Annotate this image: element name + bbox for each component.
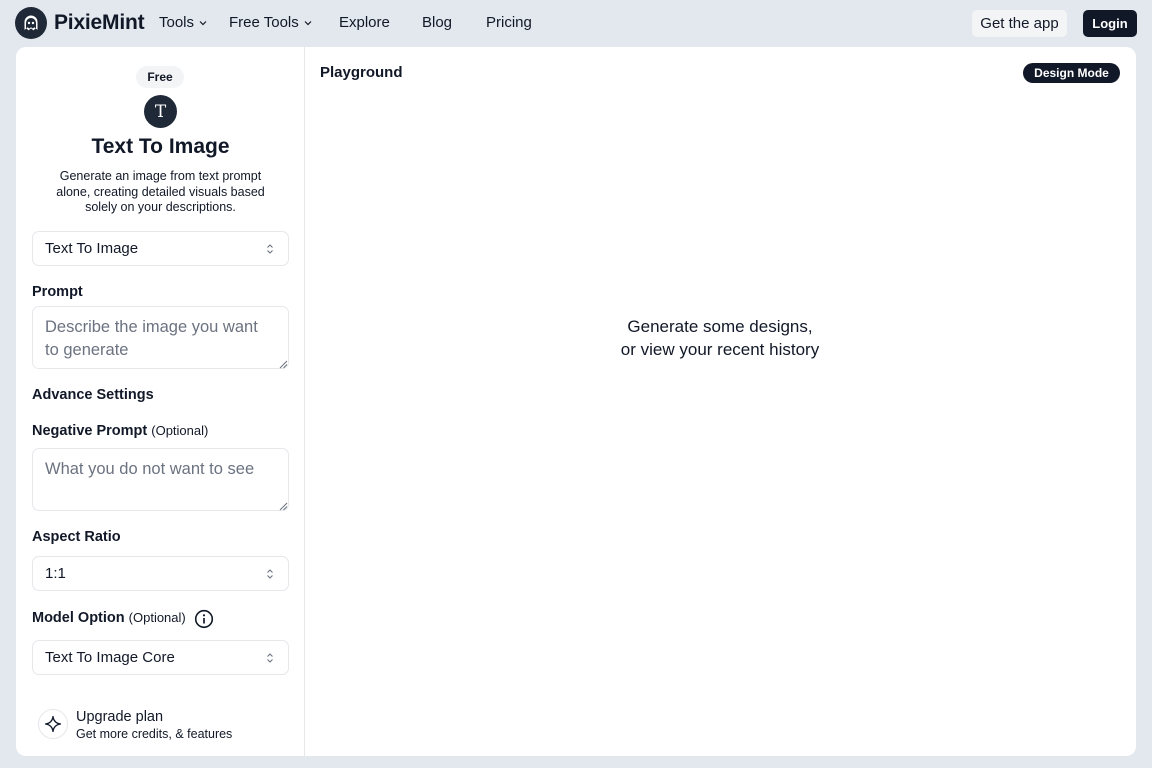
main-card: Free T Text To Image Generate an image f… xyxy=(16,47,1136,756)
info-icon[interactable] xyxy=(194,609,214,629)
ghost-logo-icon xyxy=(15,7,47,39)
chevron-up-down-icon xyxy=(267,653,273,663)
empty-state-line-1: Generate some designs, xyxy=(627,317,813,336)
nav-pricing[interactable]: Pricing xyxy=(486,14,532,31)
model-option-label-text: Model Option xyxy=(32,610,125,626)
text-tool-icon: T xyxy=(144,95,177,128)
get-app-button[interactable]: Get the app xyxy=(972,10,1067,37)
model-option-select[interactable]: Text To Image Core xyxy=(32,640,289,675)
optional-tag: (Optional) xyxy=(128,610,186,625)
nav-blog-label: Blog xyxy=(422,14,453,31)
brand-name: PixieMint xyxy=(54,11,145,34)
aspect-ratio-select[interactable]: 1:1 xyxy=(32,556,289,591)
nav-free-tools-label: Free Tools xyxy=(229,14,299,31)
aspect-ratio-label: Aspect Ratio xyxy=(32,529,121,545)
tool-sidebar: Free T Text To Image Generate an image f… xyxy=(16,47,305,756)
resize-handle-icon[interactable] xyxy=(279,360,288,369)
chevron-down-icon xyxy=(304,20,312,25)
advance-settings-heading: Advance Settings xyxy=(32,387,154,403)
negative-prompt-input[interactable] xyxy=(32,448,289,511)
upgrade-subtitle: Get more credits, & features xyxy=(76,727,233,741)
upgrade-plan-link[interactable]: Upgrade plan Get more credits, & feature… xyxy=(38,707,288,747)
mode-select-value: Text To Image xyxy=(45,240,139,257)
free-badge: Free xyxy=(136,66,184,88)
chevron-up-down-icon xyxy=(267,569,273,579)
playground-title: Playground xyxy=(320,64,403,81)
chevron-down-icon xyxy=(199,20,207,25)
prompt-label: Prompt xyxy=(32,284,83,300)
empty-state-message: Generate some designs, or view your rece… xyxy=(520,315,920,361)
tool-title: Text To Image xyxy=(91,135,230,158)
model-option-value: Text To Image Core xyxy=(45,649,175,666)
prompt-input[interactable] xyxy=(32,306,289,369)
model-option-label: Model Option (Optional) xyxy=(32,610,186,626)
nav-explore-label: Explore xyxy=(339,14,390,31)
tool-description: Generate an image from text prompt alone… xyxy=(56,169,265,214)
design-mode-button[interactable]: Design Mode xyxy=(1023,63,1120,83)
negative-prompt-label-text: Negative Prompt xyxy=(32,423,148,439)
nav-pricing-label: Pricing xyxy=(486,14,532,31)
top-nav: PixieMint Tools Free Tools Explore Blog … xyxy=(0,0,1152,46)
nav-explore[interactable]: Explore xyxy=(339,14,390,31)
nav-blog[interactable]: Blog xyxy=(422,14,452,31)
nav-tools[interactable]: Tools xyxy=(159,14,207,31)
login-button[interactable]: Login xyxy=(1083,10,1137,37)
nav-free-tools[interactable]: Free Tools xyxy=(229,14,312,31)
aspect-ratio-value: 1:1 xyxy=(45,565,66,582)
mode-select[interactable]: Text To Image xyxy=(32,231,289,266)
empty-state-line-2: or view your recent history xyxy=(620,340,820,359)
upgrade-title: Upgrade plan xyxy=(76,709,164,725)
optional-tag: (Optional) xyxy=(151,423,209,438)
negative-prompt-label: Negative Prompt (Optional) xyxy=(32,423,208,439)
resize-handle-icon[interactable] xyxy=(279,502,288,511)
brand-logo[interactable]: PixieMint xyxy=(15,7,145,39)
chevron-up-down-icon xyxy=(267,244,273,254)
nav-tools-label: Tools xyxy=(159,14,195,31)
sparkle-icon xyxy=(38,709,68,739)
